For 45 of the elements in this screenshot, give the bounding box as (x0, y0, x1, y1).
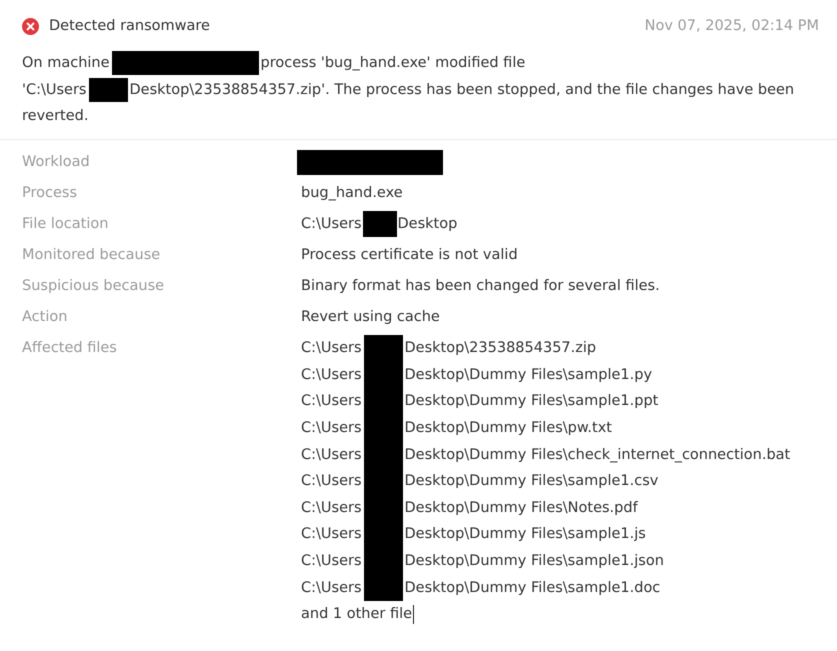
file-path-text: Desktop\Dummy Files\Notes.pdf (404, 498, 639, 518)
redaction-block (88, 78, 128, 102)
file-path-text: C:\Users (301, 472, 362, 492)
message-text: reverted. (22, 107, 88, 126)
file-path-text: Desktop\Dummy Files\sample1.js (404, 525, 647, 544)
file-path-text: C:\Users (301, 339, 362, 358)
message-text: process 'bug_hand.exe' modified file (260, 54, 526, 74)
message-text: On machine (22, 54, 110, 74)
file-path-text: Desktop\Dummy Files\sample1.json (404, 552, 665, 572)
detail-label: File location (22, 214, 110, 234)
detail-value: Process certificate is not valid (301, 246, 518, 265)
alert-timestamp: Nov 07, 2025, 02:14 PM (644, 17, 819, 36)
file-path-text: C:\Users (301, 419, 362, 438)
file-path-text: C:\Users (301, 366, 362, 385)
alert-title: Detected ransomware (49, 17, 210, 36)
file-path-text: C:\Users (301, 392, 362, 412)
file-path-text: C:\Users (301, 525, 362, 544)
detail-label: Suspicious because (22, 276, 166, 296)
file-path-text: Desktop\Dummy Files\sample1.ppt (404, 392, 660, 412)
detail-label: Process (22, 184, 78, 202)
file-path-text: Desktop\Dummy Files\pw.txt (404, 419, 613, 438)
more-files-text: and 1 other file (301, 605, 412, 624)
file-path-text: C:\Users (301, 446, 362, 465)
file-path-text: C:\Users (301, 498, 362, 518)
detail-value: Binary format has been changed for several files. (301, 277, 660, 296)
file-path-text: Desktop\23538854357.zip (404, 339, 598, 358)
file-path-text: Desktop\Dummy Files\sample1.csv (404, 472, 660, 492)
detail-label: Action (22, 308, 68, 326)
error-icon (22, 18, 39, 34)
detail-value: bug_hand.exe (301, 184, 403, 203)
detail-label: Monitored because (22, 246, 162, 264)
file-path-text: C:\Users (301, 578, 362, 598)
redaction-block (362, 211, 396, 237)
file-path-text: C:\Users (301, 552, 362, 572)
file-path-text: Desktop\Dummy Files\sample1.py (404, 366, 654, 385)
detail-label: Workload (22, 152, 91, 172)
file-path-text: Desktop (398, 215, 458, 234)
detail-label: Affected files (22, 338, 118, 358)
file-path-text: C:\Users (301, 215, 362, 234)
file-path-text: Desktop\Dummy Files\sample1.doc (404, 578, 662, 598)
file-path-text: Desktop\Dummy Files\check_internet_connection.bat (404, 446, 790, 465)
detail-value: Revert using cache (301, 308, 440, 327)
message-text: Desktop\23538854357.zip'. The process has been stopped, and the file changes have been (130, 80, 794, 100)
message-text: 'C:\Users (22, 80, 86, 100)
text-cursor-icon (413, 604, 414, 624)
